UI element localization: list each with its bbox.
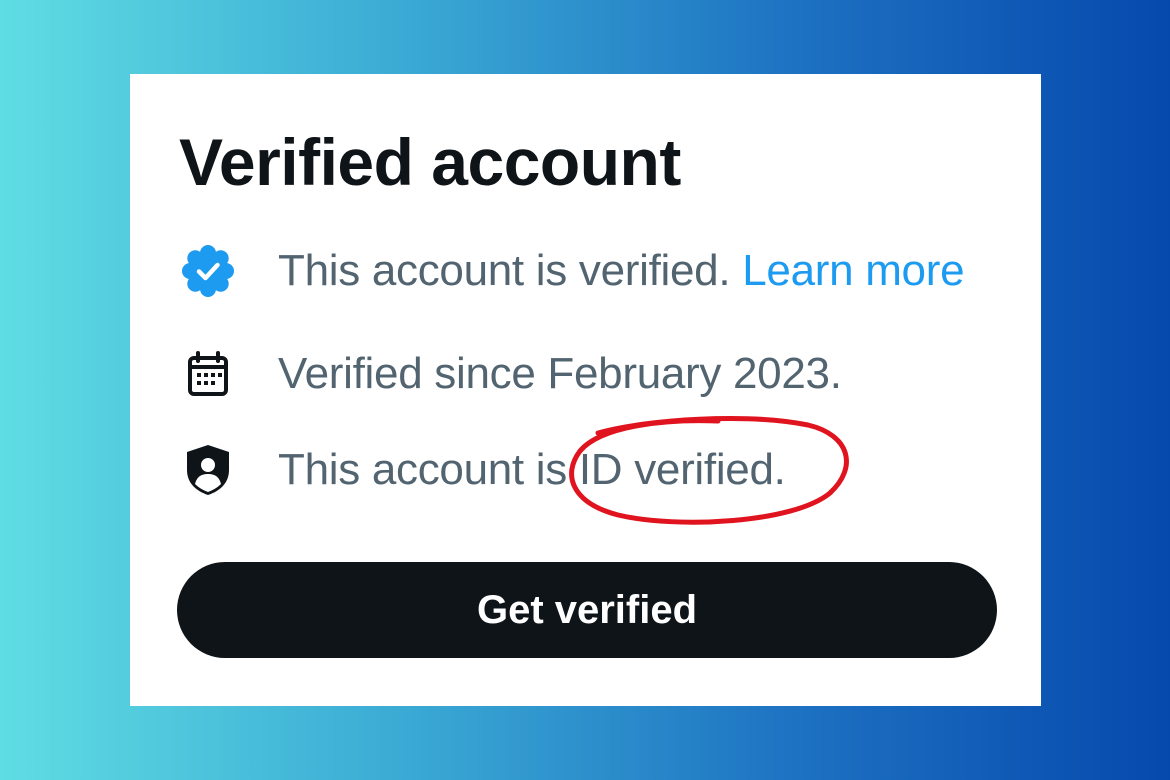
page-title: Verified account bbox=[179, 125, 681, 199]
id-verified-text: This account is ID verified. bbox=[278, 445, 786, 494]
verified-status-label: This account is verified. bbox=[278, 246, 731, 295]
verified-account-card: Verified account This account is verifie… bbox=[130, 74, 1041, 706]
id-verified-row: This account is ID verified. bbox=[180, 440, 786, 500]
calendar-icon bbox=[180, 346, 236, 402]
get-verified-button[interactable]: Get verified bbox=[177, 562, 997, 658]
verified-badge-icon bbox=[180, 243, 236, 299]
verified-since-text: Verified since February 2023. bbox=[278, 349, 842, 398]
id-shield-icon bbox=[180, 442, 236, 498]
verified-status-row: This account is verified. Learn more bbox=[180, 241, 965, 301]
learn-more-link[interactable]: Learn more bbox=[742, 246, 964, 295]
verified-status-text: This account is verified. Learn more bbox=[278, 246, 965, 296]
verified-since-row: Verified since February 2023. bbox=[180, 344, 842, 404]
